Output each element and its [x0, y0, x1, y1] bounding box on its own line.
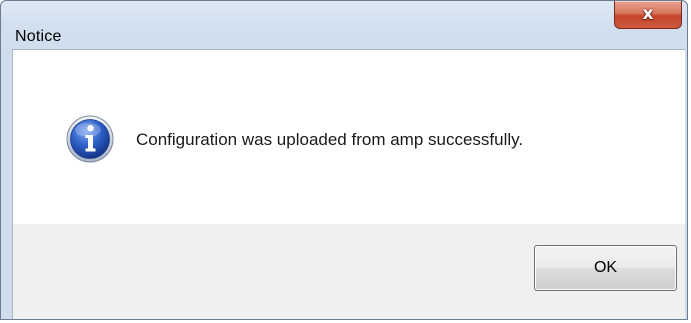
info-icon: [66, 115, 114, 163]
window-title: Notice: [15, 28, 62, 45]
close-button[interactable]: x: [614, 1, 682, 29]
ok-button[interactable]: OK: [534, 245, 677, 291]
button-bar: OK: [13, 224, 685, 319]
message-text: Configuration was uploaded from amp succ…: [136, 130, 524, 149]
close-x-icon: x: [642, 4, 654, 24]
title-bar[interactable]: Notice x: [1, 1, 687, 49]
notice-dialog-window: Notice x Configuration was uploaded from…: [0, 0, 688, 320]
dialog-content: Configuration was uploaded from amp succ…: [12, 49, 685, 319]
message-area: Configuration was uploaded from amp succ…: [13, 50, 685, 224]
